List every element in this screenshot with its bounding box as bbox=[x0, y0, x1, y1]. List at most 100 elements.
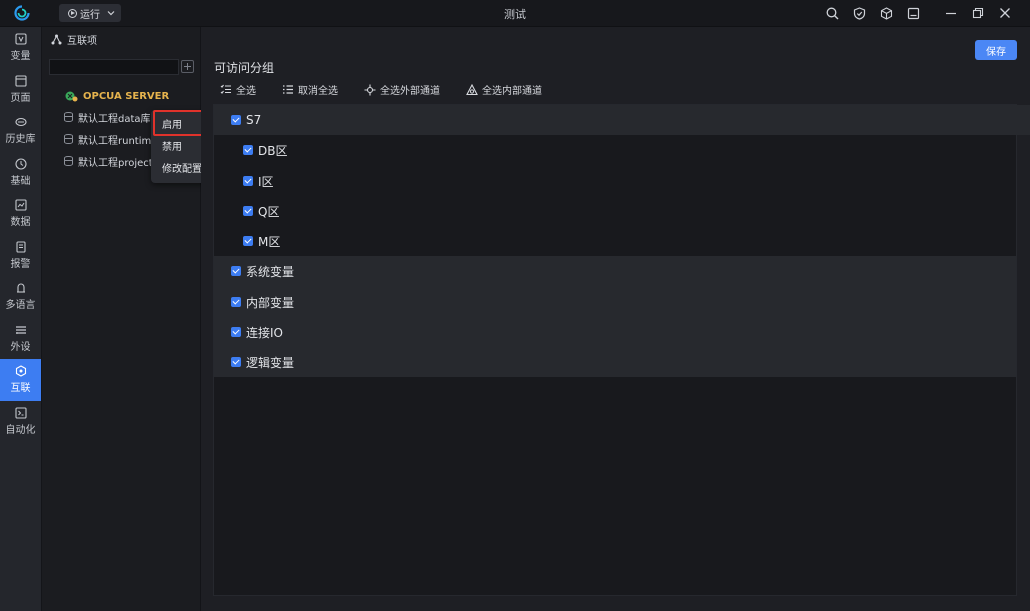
deselect-all-button[interactable]: 取消全选 bbox=[282, 82, 338, 97]
list-item-child[interactable]: I区 bbox=[214, 166, 1030, 196]
restore-button[interactable] bbox=[964, 4, 991, 22]
list-item-group[interactable]: 逻辑变量 bbox=[214, 347, 1030, 377]
package-button[interactable] bbox=[873, 4, 900, 22]
list-item-group[interactable]: 系统变量 bbox=[214, 256, 1030, 286]
checkbox[interactable] bbox=[231, 357, 241, 367]
checkbox[interactable] bbox=[231, 327, 241, 337]
main-content: 保存 可访问分组 全选 取消全选 全选外部通道 全选内部通道 S7 DB区 I区… bbox=[201, 27, 1030, 611]
data-chart-icon bbox=[14, 199, 27, 211]
select-all-button[interactable]: 全选 bbox=[220, 82, 256, 97]
nav-label: 历史库 bbox=[5, 134, 36, 146]
checkbox[interactable] bbox=[231, 297, 241, 307]
shield-check-icon bbox=[853, 6, 866, 20]
nav-item-data[interactable]: 数据 bbox=[0, 193, 41, 235]
floppy-icon bbox=[907, 7, 920, 19]
list-item-group[interactable]: 内部变量 bbox=[214, 287, 1030, 317]
nav-label: 互联 bbox=[10, 383, 31, 395]
search-button[interactable] bbox=[819, 4, 846, 22]
network-icon bbox=[51, 34, 62, 44]
nav-item-basics[interactable]: 基础 bbox=[0, 152, 41, 194]
history-db-icon bbox=[14, 118, 27, 127]
security-button[interactable] bbox=[846, 4, 873, 22]
list-item-child[interactable]: M区 bbox=[214, 226, 1030, 256]
tree-item-runtime-db[interactable]: 默认工程runtim bbox=[64, 130, 151, 148]
close-icon bbox=[999, 8, 1010, 18]
list-item-group[interactable]: 连接IO bbox=[214, 317, 1030, 347]
select-internal-button[interactable]: 全选内部通道 bbox=[466, 82, 542, 97]
variable-icon bbox=[14, 33, 27, 45]
checkbox[interactable] bbox=[231, 266, 241, 276]
nav-label: 自动化 bbox=[5, 424, 36, 436]
nav-item-alarm[interactable]: 报警 bbox=[0, 235, 41, 277]
group-label: 连接IO bbox=[246, 325, 283, 340]
left-nav: 变量 页面 历史库 基础 数据 报警 多语言 外设 互联 自动化 bbox=[0, 27, 42, 611]
selection-toolbar: 全选 取消全选 全选外部通道 全选内部通道 bbox=[220, 82, 568, 97]
list-item-child[interactable]: DB区 bbox=[214, 135, 1030, 165]
tree-title: 互联项 bbox=[67, 35, 97, 47]
select-external-label: 全选外部通道 bbox=[380, 86, 440, 97]
save-button[interactable]: 保存 bbox=[975, 40, 1017, 60]
external-channel-icon bbox=[364, 84, 376, 95]
run-label: 运行 bbox=[80, 9, 100, 21]
group-label: 系统变量 bbox=[246, 264, 295, 279]
checkbox[interactable] bbox=[243, 176, 253, 186]
nav-item-automation[interactable]: 自动化 bbox=[0, 401, 41, 443]
tree-header: 互联项 bbox=[42, 27, 200, 51]
select-all-label: 全选 bbox=[236, 86, 256, 97]
nav-label: 变量 bbox=[10, 51, 31, 63]
run-button[interactable]: 运行 bbox=[59, 4, 121, 22]
title-bar: 运行 测试 bbox=[0, 0, 1030, 27]
tree-search-input[interactable] bbox=[49, 59, 179, 75]
list-icon bbox=[283, 85, 293, 94]
child-label: I区 bbox=[258, 174, 274, 189]
checkbox[interactable] bbox=[243, 206, 253, 216]
list-check-icon bbox=[220, 84, 231, 94]
select-internal-label: 全选内部通道 bbox=[482, 86, 542, 97]
nav-item-language[interactable]: 多语言 bbox=[0, 276, 41, 318]
nav-item-pages[interactable]: 页面 bbox=[0, 69, 41, 111]
page-icon bbox=[14, 75, 27, 87]
automation-icon bbox=[14, 407, 27, 419]
group-list: S7 DB区 I区 Q区 M区 系统变量 内部变量 连接IO 逻辑变量 bbox=[213, 104, 1030, 596]
group-label: 内部变量 bbox=[246, 295, 295, 310]
nav-item-peripherals[interactable]: 外设 bbox=[0, 318, 41, 360]
minimize-button[interactable] bbox=[937, 4, 964, 22]
select-external-button[interactable]: 全选外部通道 bbox=[364, 82, 440, 97]
child-label: M区 bbox=[258, 234, 281, 249]
group-label: 逻辑变量 bbox=[246, 355, 295, 370]
internal-channel-icon bbox=[466, 83, 478, 95]
nav-label: 数据 bbox=[10, 217, 31, 229]
save-layout-button[interactable] bbox=[900, 4, 927, 22]
tree-item-project-db[interactable]: 默认工程project bbox=[64, 152, 153, 170]
app-logo-icon bbox=[14, 5, 30, 21]
list-item-group[interactable]: S7 bbox=[214, 105, 1030, 135]
restore-icon bbox=[972, 7, 983, 19]
nav-label: 基础 bbox=[10, 175, 31, 187]
separator bbox=[927, 4, 937, 22]
tree-item-data-db[interactable]: 默认工程data库 bbox=[64, 108, 151, 126]
alarm-icon bbox=[15, 241, 26, 253]
nav-item-interconnect[interactable]: 互联 bbox=[0, 359, 41, 401]
tree-item-label: 默认工程data库 bbox=[78, 113, 151, 125]
deselect-all-label: 取消全选 bbox=[298, 86, 338, 97]
server-status-icon bbox=[65, 91, 78, 102]
close-button[interactable] bbox=[991, 4, 1018, 22]
interconnect-icon bbox=[15, 365, 26, 377]
tree-item-opcua-server[interactable]: OPCUA SERVER bbox=[64, 87, 169, 105]
nav-label: 外设 bbox=[10, 341, 31, 353]
checkbox[interactable] bbox=[243, 145, 253, 155]
nav-label: 报警 bbox=[10, 258, 31, 270]
cube-icon bbox=[880, 6, 893, 20]
checkbox[interactable] bbox=[231, 115, 241, 125]
checkbox[interactable] bbox=[243, 236, 253, 246]
nav-label: 多语言 bbox=[5, 300, 36, 312]
list-item-child[interactable]: Q区 bbox=[214, 196, 1030, 226]
nav-item-history[interactable]: 历史库 bbox=[0, 110, 41, 152]
database-icon bbox=[64, 112, 73, 122]
tree-item-label: 默认工程runtim bbox=[78, 135, 152, 147]
peripheral-icon bbox=[15, 326, 26, 334]
add-item-button[interactable] bbox=[181, 60, 194, 73]
group-label: S7 bbox=[246, 113, 262, 127]
nav-item-variables[interactable]: 变量 bbox=[0, 27, 41, 69]
database-icon bbox=[64, 156, 73, 166]
